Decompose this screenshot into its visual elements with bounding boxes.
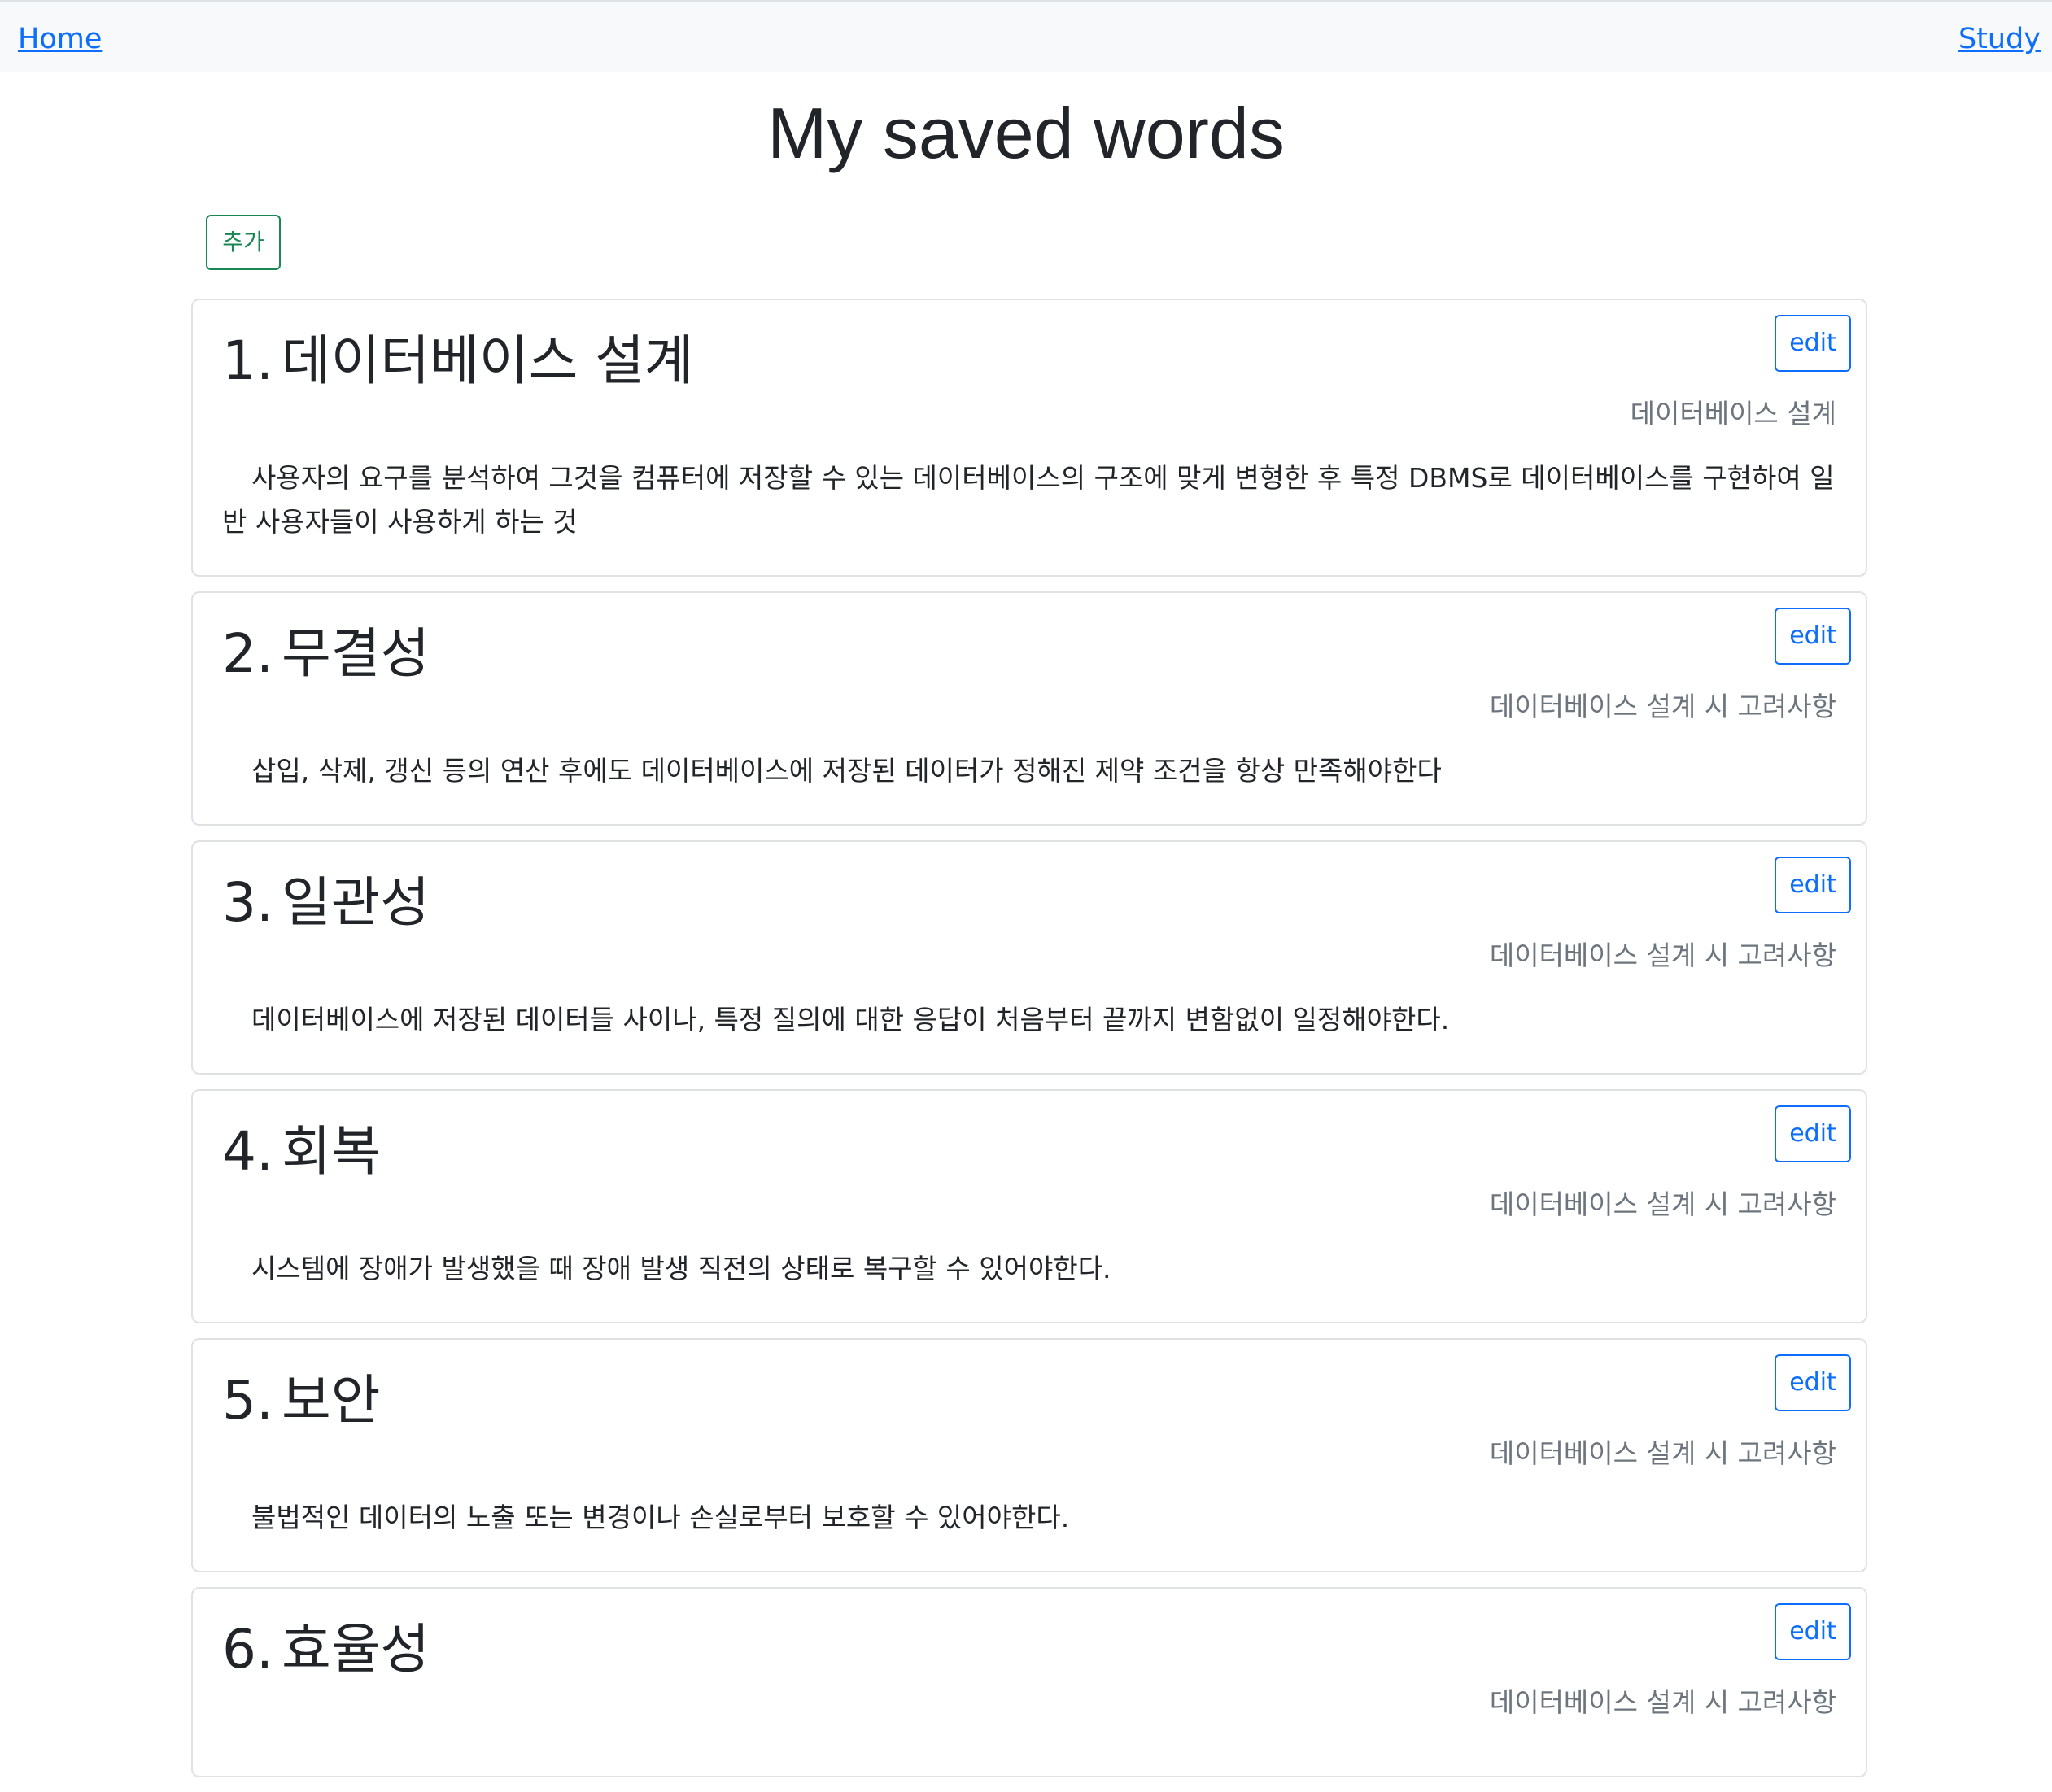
card-term: 일관성 <box>281 871 430 934</box>
card-term: 무결성 <box>281 622 430 685</box>
word-card-list: 1. 데이터베이스 설계 edit 데이터베이스 설계 사용자의 요구를 분석하여… <box>191 299 1867 1792</box>
word-card: 4. 회복 edit 데이터베이스 설계 시 고려사항 시스템에 장애가 발생했을… <box>191 1089 1867 1323</box>
card-category: 데이터베이스 설계 시 고려사항 <box>1489 1188 1836 1220</box>
card-number: 3. <box>222 871 273 934</box>
card-number: 2. <box>222 622 273 685</box>
home-link[interactable]: Home <box>18 21 102 57</box>
card-definition: 사용자의 요구를 분석하여 그것을 컴퓨터에 저장할 수 있는 데이터베이스의 … <box>222 462 1835 538</box>
word-card: 1. 데이터베이스 설계 edit 데이터베이스 설계 사용자의 요구를 분석하여… <box>191 299 1867 577</box>
card-number: 5. <box>222 1369 273 1432</box>
edit-button[interactable]: edit <box>1775 608 1851 665</box>
add-word-button[interactable]: 추가 <box>206 215 281 270</box>
card-term: 보안 <box>281 1369 381 1432</box>
card-category: 데이터베이스 설계 시 고려사항 <box>1489 1437 1836 1469</box>
card-definition: 불법적인 데이터의 노출 또는 변경이나 손실로부터 보호할 수 있어야한다. <box>251 1502 1070 1533</box>
word-card: 2. 무결성 edit 데이터베이스 설계 시 고려사항 삽입, 삭제, 갱신 등… <box>191 591 1867 826</box>
card-definition: 데이터베이스에 저장된 데이터들 사이나, 특정 질의에 대한 응답이 처음부터… <box>251 1004 1450 1036</box>
card-category: 데이터베이스 설계 시 고려사항 <box>1489 1686 1836 1718</box>
card-title: 2. 무결성 <box>222 621 1836 687</box>
card-title: 4. 회복 <box>222 1118 1836 1185</box>
top-navbar: Home Study <box>0 0 2052 72</box>
card-definition: 시스템에 장애가 발생했을 때 장애 발생 직전의 상태로 복구할 수 있어야한… <box>251 1253 1111 1284</box>
word-card: 6. 효율성 edit 데이터베이스 설계 시 고려사항 <box>191 1587 1867 1777</box>
edit-button[interactable]: edit <box>1775 1603 1851 1660</box>
card-definition: 삽입, 삭제, 갱신 등의 연산 후에도 데이터베이스에 저장된 데이터가 정해… <box>251 755 1442 787</box>
card-title: 3. 일관성 <box>222 870 1836 936</box>
edit-button[interactable]: edit <box>1775 1354 1851 1411</box>
study-link[interactable]: Study <box>1958 21 2041 57</box>
card-number: 4. <box>222 1120 273 1183</box>
page-title: My saved words <box>767 93 1285 173</box>
card-number: 6. <box>222 1618 273 1681</box>
word-card: 3. 일관성 edit 데이터베이스 설계 시 고려사항 데이터베이스에 저장된 … <box>191 840 1867 1075</box>
card-title: 6. 효율성 <box>222 1616 1836 1683</box>
word-card: 5. 보안 edit 데이터베이스 설계 시 고려사항 불법적인 데이터의 노출 … <box>191 1338 1867 1572</box>
edit-button[interactable]: edit <box>1775 857 1851 913</box>
card-term: 데이터베이스 설계 <box>281 329 694 392</box>
card-category: 데이터베이스 설계 시 고려사항 <box>1489 691 1836 722</box>
edit-button[interactable]: edit <box>1775 1105 1851 1162</box>
card-category: 데이터베이스 설계 <box>1630 398 1836 429</box>
edit-button[interactable]: edit <box>1775 315 1851 372</box>
card-term: 효율성 <box>281 1618 430 1681</box>
card-title: 5. 보안 <box>222 1367 1836 1434</box>
card-category: 데이터베이스 설계 시 고려사항 <box>1489 940 1836 971</box>
card-title: 1. 데이터베이스 설계 <box>222 328 1836 395</box>
card-number: 1. <box>222 329 273 392</box>
card-term: 회복 <box>281 1120 381 1183</box>
